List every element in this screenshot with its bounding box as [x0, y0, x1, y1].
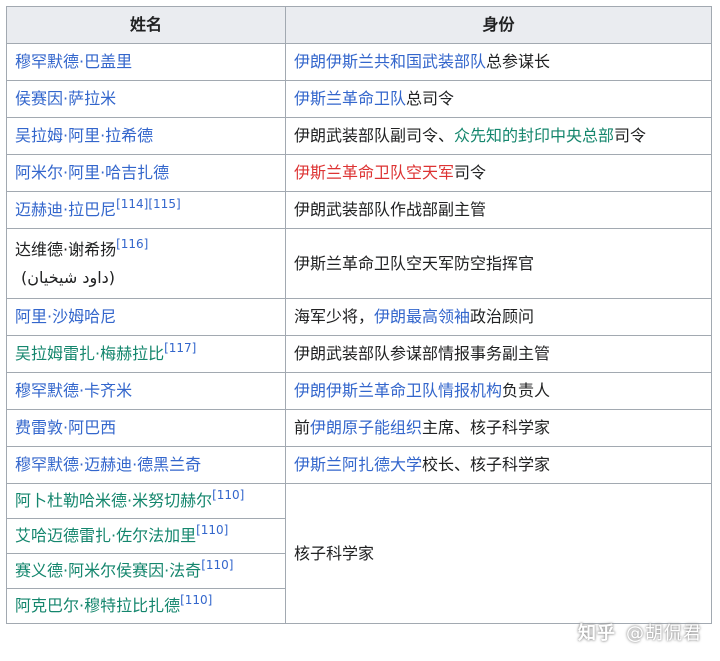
- identity-link[interactable]: 伊斯兰革命卫队: [294, 89, 406, 108]
- name-cell: 吴拉姆雷扎·梅赫拉比[117]: [6, 335, 286, 373]
- identity-cell: 伊斯兰革命卫队空天军司令: [285, 154, 712, 192]
- person-link[interactable]: 穆罕默德·卡齐米: [15, 381, 132, 400]
- name-cell: 侯赛因·萨拉米: [6, 80, 286, 118]
- table-row: 阿里·沙姆哈尼 海军少将，伊朗最高领袖政治顾问: [6, 298, 712, 336]
- name-cell: 迈赫迪·拉巴尼[114][115]: [6, 191, 286, 229]
- identity-text: 伊朗武装部队副司令、: [294, 126, 455, 145]
- identity-cell: 伊朗伊斯兰革命卫队情报机构负责人: [285, 372, 712, 410]
- table-row: 侯赛因·萨拉米 伊斯兰革命卫队总司令: [6, 80, 712, 118]
- citation-link[interactable]: [110]: [196, 523, 228, 537]
- identity-text: 总参谋长: [486, 52, 551, 71]
- identity-link[interactable]: 伊朗伊斯兰革命卫队情报机构: [294, 381, 502, 400]
- name-cell: 艾哈迈德雷扎·佐尔法加里[110]: [6, 518, 286, 554]
- person-link[interactable]: 侯赛因·萨拉米: [15, 89, 116, 108]
- identity-text: 司令: [614, 126, 647, 145]
- person-link[interactable]: 穆罕默德·巴盖里: [15, 52, 132, 71]
- identity-text: 司令: [454, 163, 487, 182]
- name-cell: 阿里·沙姆哈尼: [6, 298, 286, 336]
- identity-text: 总司令: [406, 89, 455, 108]
- person-link[interactable]: 阿米尔·阿里·哈吉扎德: [15, 163, 169, 182]
- citation-link[interactable]: [110]: [180, 593, 212, 607]
- name-cell: 穆罕默德·巴盖里: [6, 43, 286, 81]
- identity-cell: 伊斯兰革命卫队总司令: [285, 80, 712, 118]
- identity-text: 海军少将，: [294, 307, 375, 326]
- table-row: 吴拉姆·阿里·拉希德 伊朗武装部队副司令、众先知的封印中央总部司令: [6, 117, 712, 155]
- name-cell: 费雷敦·阿巴西: [6, 409, 286, 447]
- identity-cell: 伊朗武装部队副司令、众先知的封印中央总部司令: [285, 117, 712, 155]
- identity-link[interactable]: 伊朗伊斯兰共和国武装部队: [294, 52, 486, 71]
- citation-link[interactable]: [110]: [201, 558, 233, 572]
- identity-cell-merged: 核子科学家: [285, 483, 712, 624]
- person-link[interactable]: 阿里·沙姆哈尼: [15, 307, 116, 326]
- identity-cell: 海军少将，伊朗最高领袖政治顾问: [285, 298, 712, 336]
- citation-link[interactable]: [116]: [116, 237, 148, 251]
- identity-text: 校长、核子科学家: [422, 455, 551, 474]
- watermark-author: @胡侃君: [626, 623, 702, 644]
- name-cell: 阿卜杜勒哈米德·米努切赫尔[110]: [6, 483, 286, 519]
- person-link[interactable]: 阿克巴尔·穆特拉比扎德: [15, 596, 180, 615]
- zhihu-logo: 知乎: [578, 623, 616, 644]
- citation-link[interactable]: [114][115]: [116, 197, 181, 211]
- citation-link[interactable]: [117]: [164, 341, 196, 355]
- name-cell: 吴拉姆·阿里·拉希德: [6, 117, 286, 155]
- identity-cell: 前伊朗原子能组织主席、核子科学家: [285, 409, 712, 447]
- identity-redlink[interactable]: 伊斯兰革命卫队空天军: [294, 163, 454, 182]
- identity-link[interactable]: 伊朗原子能组织: [310, 418, 422, 437]
- citation-link[interactable]: [110]: [212, 488, 244, 502]
- identity-text: 负责人: [502, 381, 551, 400]
- identity-text: 主席、核子科学家: [422, 418, 551, 437]
- identity-cell: 伊斯兰革命卫队空天军防空指挥官: [285, 228, 712, 299]
- column-header-identity[interactable]: 身份: [285, 6, 712, 44]
- name-cell: 穆罕默德·卡齐米: [6, 372, 286, 410]
- table-row: 吴拉姆雷扎·梅赫拉比[117] 伊朗武装部队参谋部情报事务副主管: [6, 335, 712, 373]
- column-header-name[interactable]: 姓名: [6, 6, 286, 44]
- person-link[interactable]: 迈赫迪·拉巴尼: [15, 200, 116, 219]
- name-cell: 赛义德·阿米尔侯赛因·法奇[110]: [6, 553, 286, 589]
- table-row: 穆罕默德·卡齐米 伊朗伊斯兰革命卫队情报机构负责人: [6, 372, 712, 410]
- identity-cell: 伊斯兰阿扎德大学校长、核子科学家: [285, 446, 712, 484]
- table-header-row: 姓名 身份: [6, 6, 712, 44]
- identity-cell: 伊朗武装部队作战部副主管: [285, 191, 712, 229]
- identity-link[interactable]: 众先知的封印中央总部: [454, 126, 614, 145]
- identity-cell: 伊朗伊斯兰共和国武装部队总参谋长: [285, 43, 712, 81]
- identity-cell: 伊朗武装部队参谋部情报事务副主管: [285, 335, 712, 373]
- person-link[interactable]: 穆罕默德·迈赫迪·德黑兰奇: [15, 455, 201, 474]
- members-table: 姓名 身份 穆罕默德·巴盖里 伊朗伊斯兰共和国武装部队总参谋长 侯赛因·萨拉米 …: [6, 6, 712, 624]
- name-cell: 阿米尔·阿里·哈吉扎德: [6, 154, 286, 192]
- table-row: 穆罕默德·迈赫迪·德黑兰奇 伊斯兰阿扎德大学校长、核子科学家: [6, 446, 712, 484]
- name-cell: 阿克巴尔·穆特拉比扎德[110]: [6, 588, 286, 624]
- identity-link[interactable]: 伊朗最高领袖: [374, 307, 470, 326]
- person-link[interactable]: 阿卜杜勒哈米德·米努切赫尔: [15, 491, 212, 510]
- table-row: 阿米尔·阿里·哈吉扎德 伊斯兰革命卫队空天军司令: [6, 154, 712, 192]
- watermark: 知乎 @胡侃君: [578, 619, 702, 645]
- table-row: 阿卜杜勒哈米德·米努切赫尔[110] 核子科学家: [6, 483, 712, 624]
- name-cell: 达维德·谢希扬[116] (داود شیخیان): [6, 228, 286, 299]
- table-row: 穆罕默德·巴盖里 伊朗伊斯兰共和国武装部队总参谋长: [6, 43, 712, 81]
- identity-text: 政治顾问: [470, 307, 535, 326]
- table-row: 迈赫迪·拉巴尼[114][115] 伊朗武装部队作战部副主管: [6, 191, 712, 229]
- person-link[interactable]: 吴拉姆·阿里·拉希德: [15, 126, 153, 145]
- person-link[interactable]: 费雷敦·阿巴西: [15, 418, 116, 437]
- identity-text: 前: [294, 418, 311, 437]
- person-link[interactable]: 赛义德·阿米尔侯赛因·法奇: [15, 561, 201, 580]
- name-cell: 穆罕默德·迈赫迪·德黑兰奇: [6, 446, 286, 484]
- table-row: 达维德·谢希扬[116] (داود شیخیان) 伊斯兰革命卫队空天军防空指…: [6, 228, 712, 299]
- table-row: 费雷敦·阿巴西 前伊朗原子能组织主席、核子科学家: [6, 409, 712, 447]
- person-name: 达维德·谢希扬: [15, 239, 117, 259]
- native-name: (داود شیخیان): [21, 267, 116, 287]
- person-link[interactable]: 艾哈迈德雷扎·佐尔法加里: [15, 526, 196, 545]
- identity-link[interactable]: 伊斯兰阿扎德大学: [294, 455, 422, 474]
- person-link[interactable]: 吴拉姆雷扎·梅赫拉比: [15, 344, 164, 363]
